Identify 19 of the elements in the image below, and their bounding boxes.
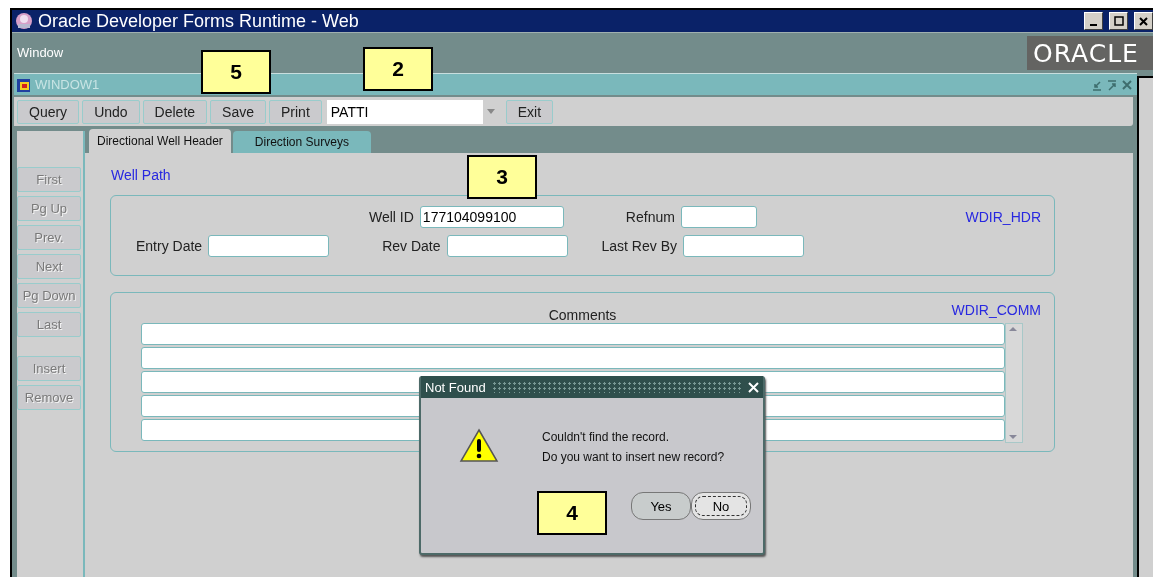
field-label: Rev Date [382,238,441,254]
step-callout: 5 [201,50,271,94]
field-label: Refnum [625,209,675,225]
field-label: Last Rev By [601,238,677,254]
logo: ORACLE [1027,36,1153,70]
inner-window-title: WINDOW1 [35,77,101,92]
block-tag: WDIR_HDR [965,209,1041,225]
block-tag: WDIR_COMM [951,302,1041,318]
step-callout: 4 [537,491,607,535]
step-callout: 3 [467,155,537,199]
dialog-message: Couldn't find the record. [542,430,671,444]
step-callout: 2 [363,47,433,91]
comments-label: Comments [548,307,617,323]
window-title: Oracle Developer Forms Runtime - Web [38,10,360,32]
dialog-title: Not Found [425,379,486,395]
section-title: Well Path [111,167,171,183]
field-label: Entry Date [136,238,203,254]
field-label: Well ID [369,209,414,225]
dialog-message: Do you want to insert new record? [542,450,725,464]
